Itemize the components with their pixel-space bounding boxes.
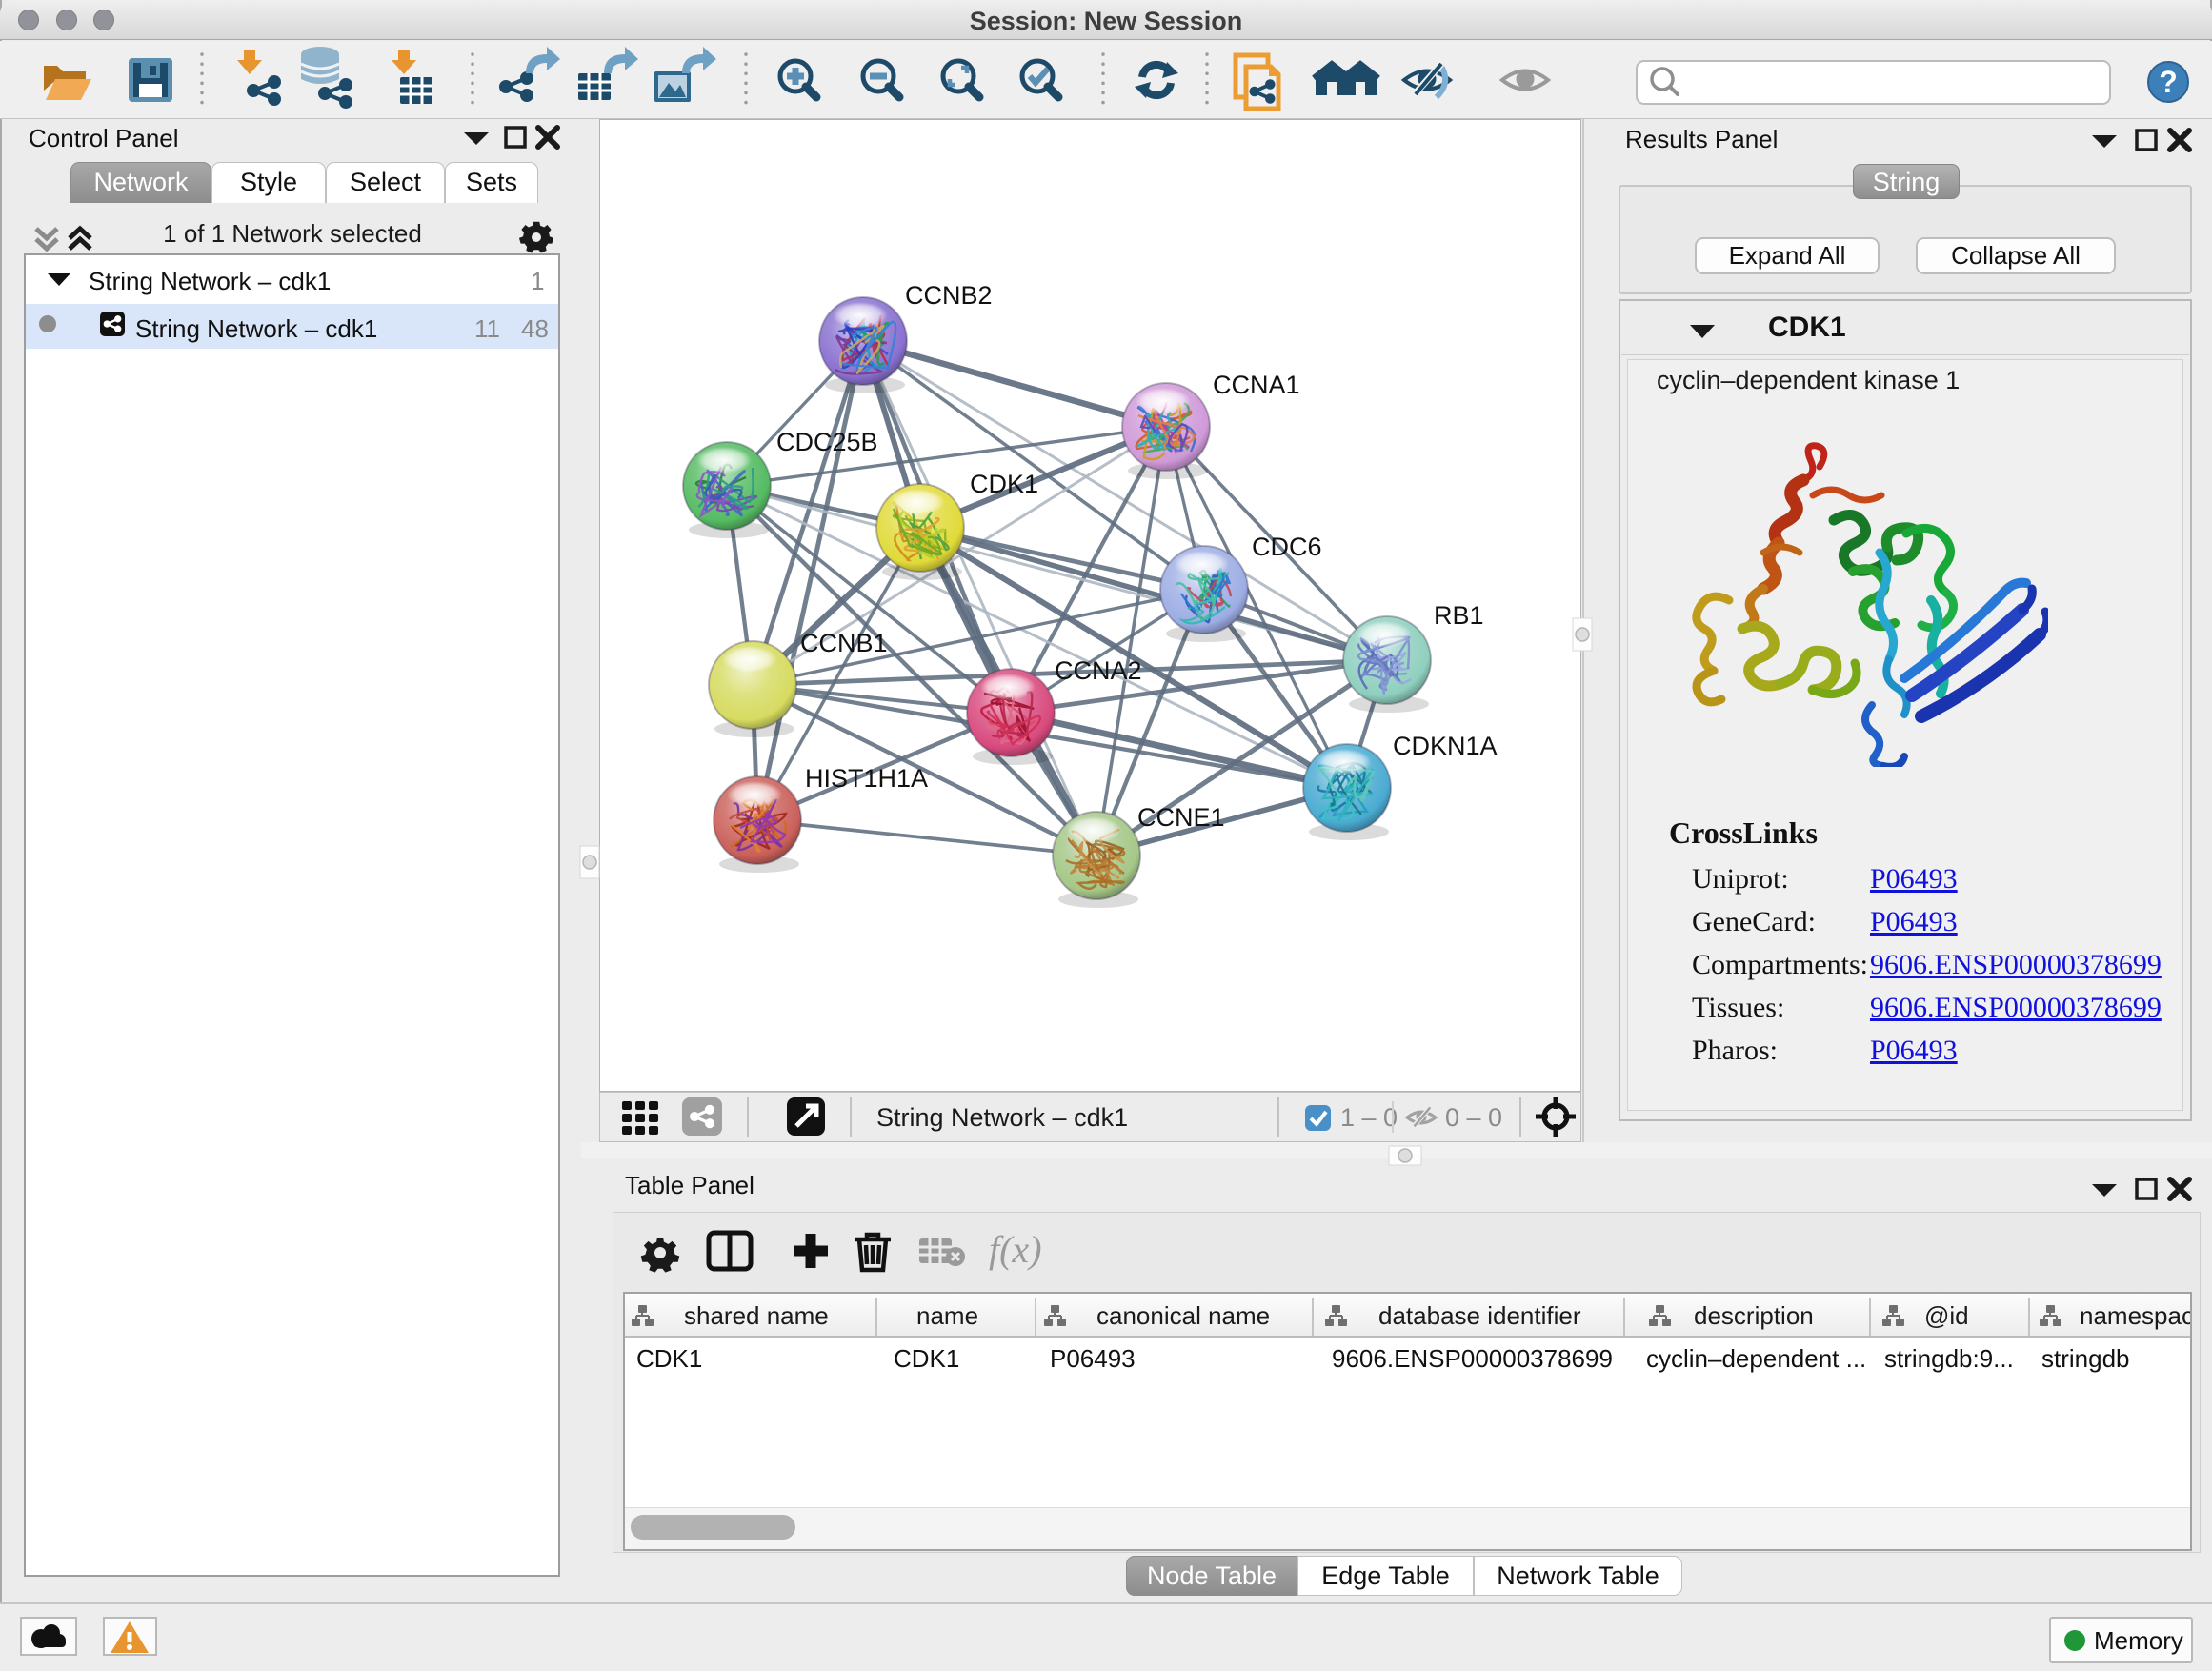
svg-text:name: name (916, 1301, 978, 1330)
svg-text:HIST1H1A: HIST1H1A (805, 764, 928, 793)
svg-text:CDC6: CDC6 (1252, 533, 1322, 561)
svg-text:CDC25B: CDC25B (776, 428, 878, 456)
svg-text:CCNA1: CCNA1 (1213, 371, 1300, 399)
svg-text:String Network – cdk1: String Network – cdk1 (876, 1103, 1128, 1132)
svg-text:1 – 0: 1 – 0 (1340, 1103, 1398, 1132)
svg-text:CCNA2: CCNA2 (1055, 656, 1142, 685)
svg-text:shared name: shared name (684, 1301, 829, 1330)
svg-text:CDK1: CDK1 (970, 470, 1038, 498)
svg-text:CCNB1: CCNB1 (800, 629, 888, 657)
svg-text:Memory: Memory (2094, 1626, 2183, 1655)
svg-text:@id: @id (1924, 1301, 1969, 1330)
svg-text:f(x): f(x) (989, 1228, 1042, 1271)
svg-text:CCNB2: CCNB2 (905, 281, 993, 310)
svg-text:?: ? (2159, 65, 2178, 99)
svg-text:CDKN1A: CDKN1A (1393, 732, 1498, 760)
svg-text:CCNE1: CCNE1 (1137, 803, 1225, 832)
svg-text:description: description (1694, 1301, 1814, 1330)
svg-text:RB1: RB1 (1434, 601, 1484, 630)
svg-text:canonical name: canonical name (1096, 1301, 1270, 1330)
svg-text:database identifier: database identifier (1378, 1301, 1581, 1330)
svg-text:namespac: namespac (2080, 1301, 2190, 1330)
svg-text:0 – 0: 0 – 0 (1445, 1103, 1502, 1132)
